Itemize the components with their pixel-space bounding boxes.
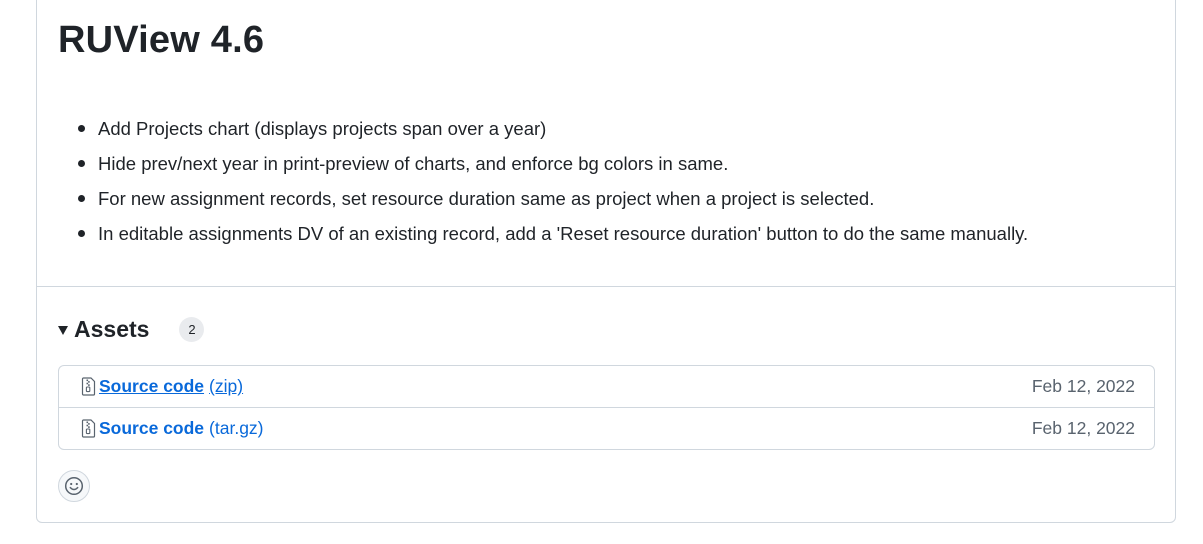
triangle-down-icon <box>58 325 68 335</box>
release-note-text: Hide prev/next year in print-preview of … <box>98 153 729 174</box>
assets-list: Source code (zip) Feb 12, 2022 Source cod… <box>58 365 1155 450</box>
assets-toggle[interactable]: Assets 2 <box>58 311 205 347</box>
release-note-text: Add Projects chart (displays projects sp… <box>98 118 547 139</box>
bullet-icon <box>78 125 85 132</box>
release-title: RUView 4.6 <box>58 19 265 61</box>
asset-ext: (tar.gz) <box>209 418 264 438</box>
asset-ext: (zip) <box>209 376 244 396</box>
release-note-text: In editable assignments DV of an existin… <box>98 223 1029 244</box>
asset-row: Source code (zip) Feb 12, 2022 <box>59 366 1154 407</box>
source-code-targz-link[interactable]: Source code (tar.gz) <box>99 408 264 449</box>
release-note-item: Hide prev/next year in print-preview of … <box>78 146 1028 181</box>
asset-date: Feb 12, 2022 <box>1031 376 1135 396</box>
release-body: RUView 4.6 Add Projects chart (displays … <box>37 0 1175 287</box>
add-reaction-button[interactable] <box>58 470 90 502</box>
release-note-text: For new assignment records, set resource… <box>98 188 875 209</box>
asset-date: Feb 12, 2022 <box>1031 418 1135 438</box>
source-code-zip-link[interactable]: Source code (zip) <box>99 366 243 407</box>
release-card: RUView 4.6 Add Projects chart (displays … <box>36 0 1176 523</box>
file-zip-icon <box>81 377 96 396</box>
release-notes-list: Add Projects chart (displays projects sp… <box>78 111 1029 251</box>
release-note-item: In editable assignments DV of an existin… <box>78 216 1029 251</box>
asset-name: Source code <box>99 376 205 396</box>
assets-title: Assets <box>74 315 150 342</box>
smiley-icon <box>64 476 84 496</box>
release-note-item: Add Projects chart (displays projects sp… <box>78 111 1028 146</box>
bullet-icon <box>78 195 85 202</box>
bullet-icon <box>78 230 85 237</box>
asset-row: Source code (tar.gz) Feb 12, 2022 <box>59 407 1154 448</box>
assets-count-badge: 2 <box>179 316 205 342</box>
file-zip-icon <box>81 419 96 438</box>
asset-name: Source code <box>99 418 205 438</box>
bullet-icon <box>78 160 85 167</box>
release-note-item: For new assignment records, set resource… <box>78 181 1028 216</box>
